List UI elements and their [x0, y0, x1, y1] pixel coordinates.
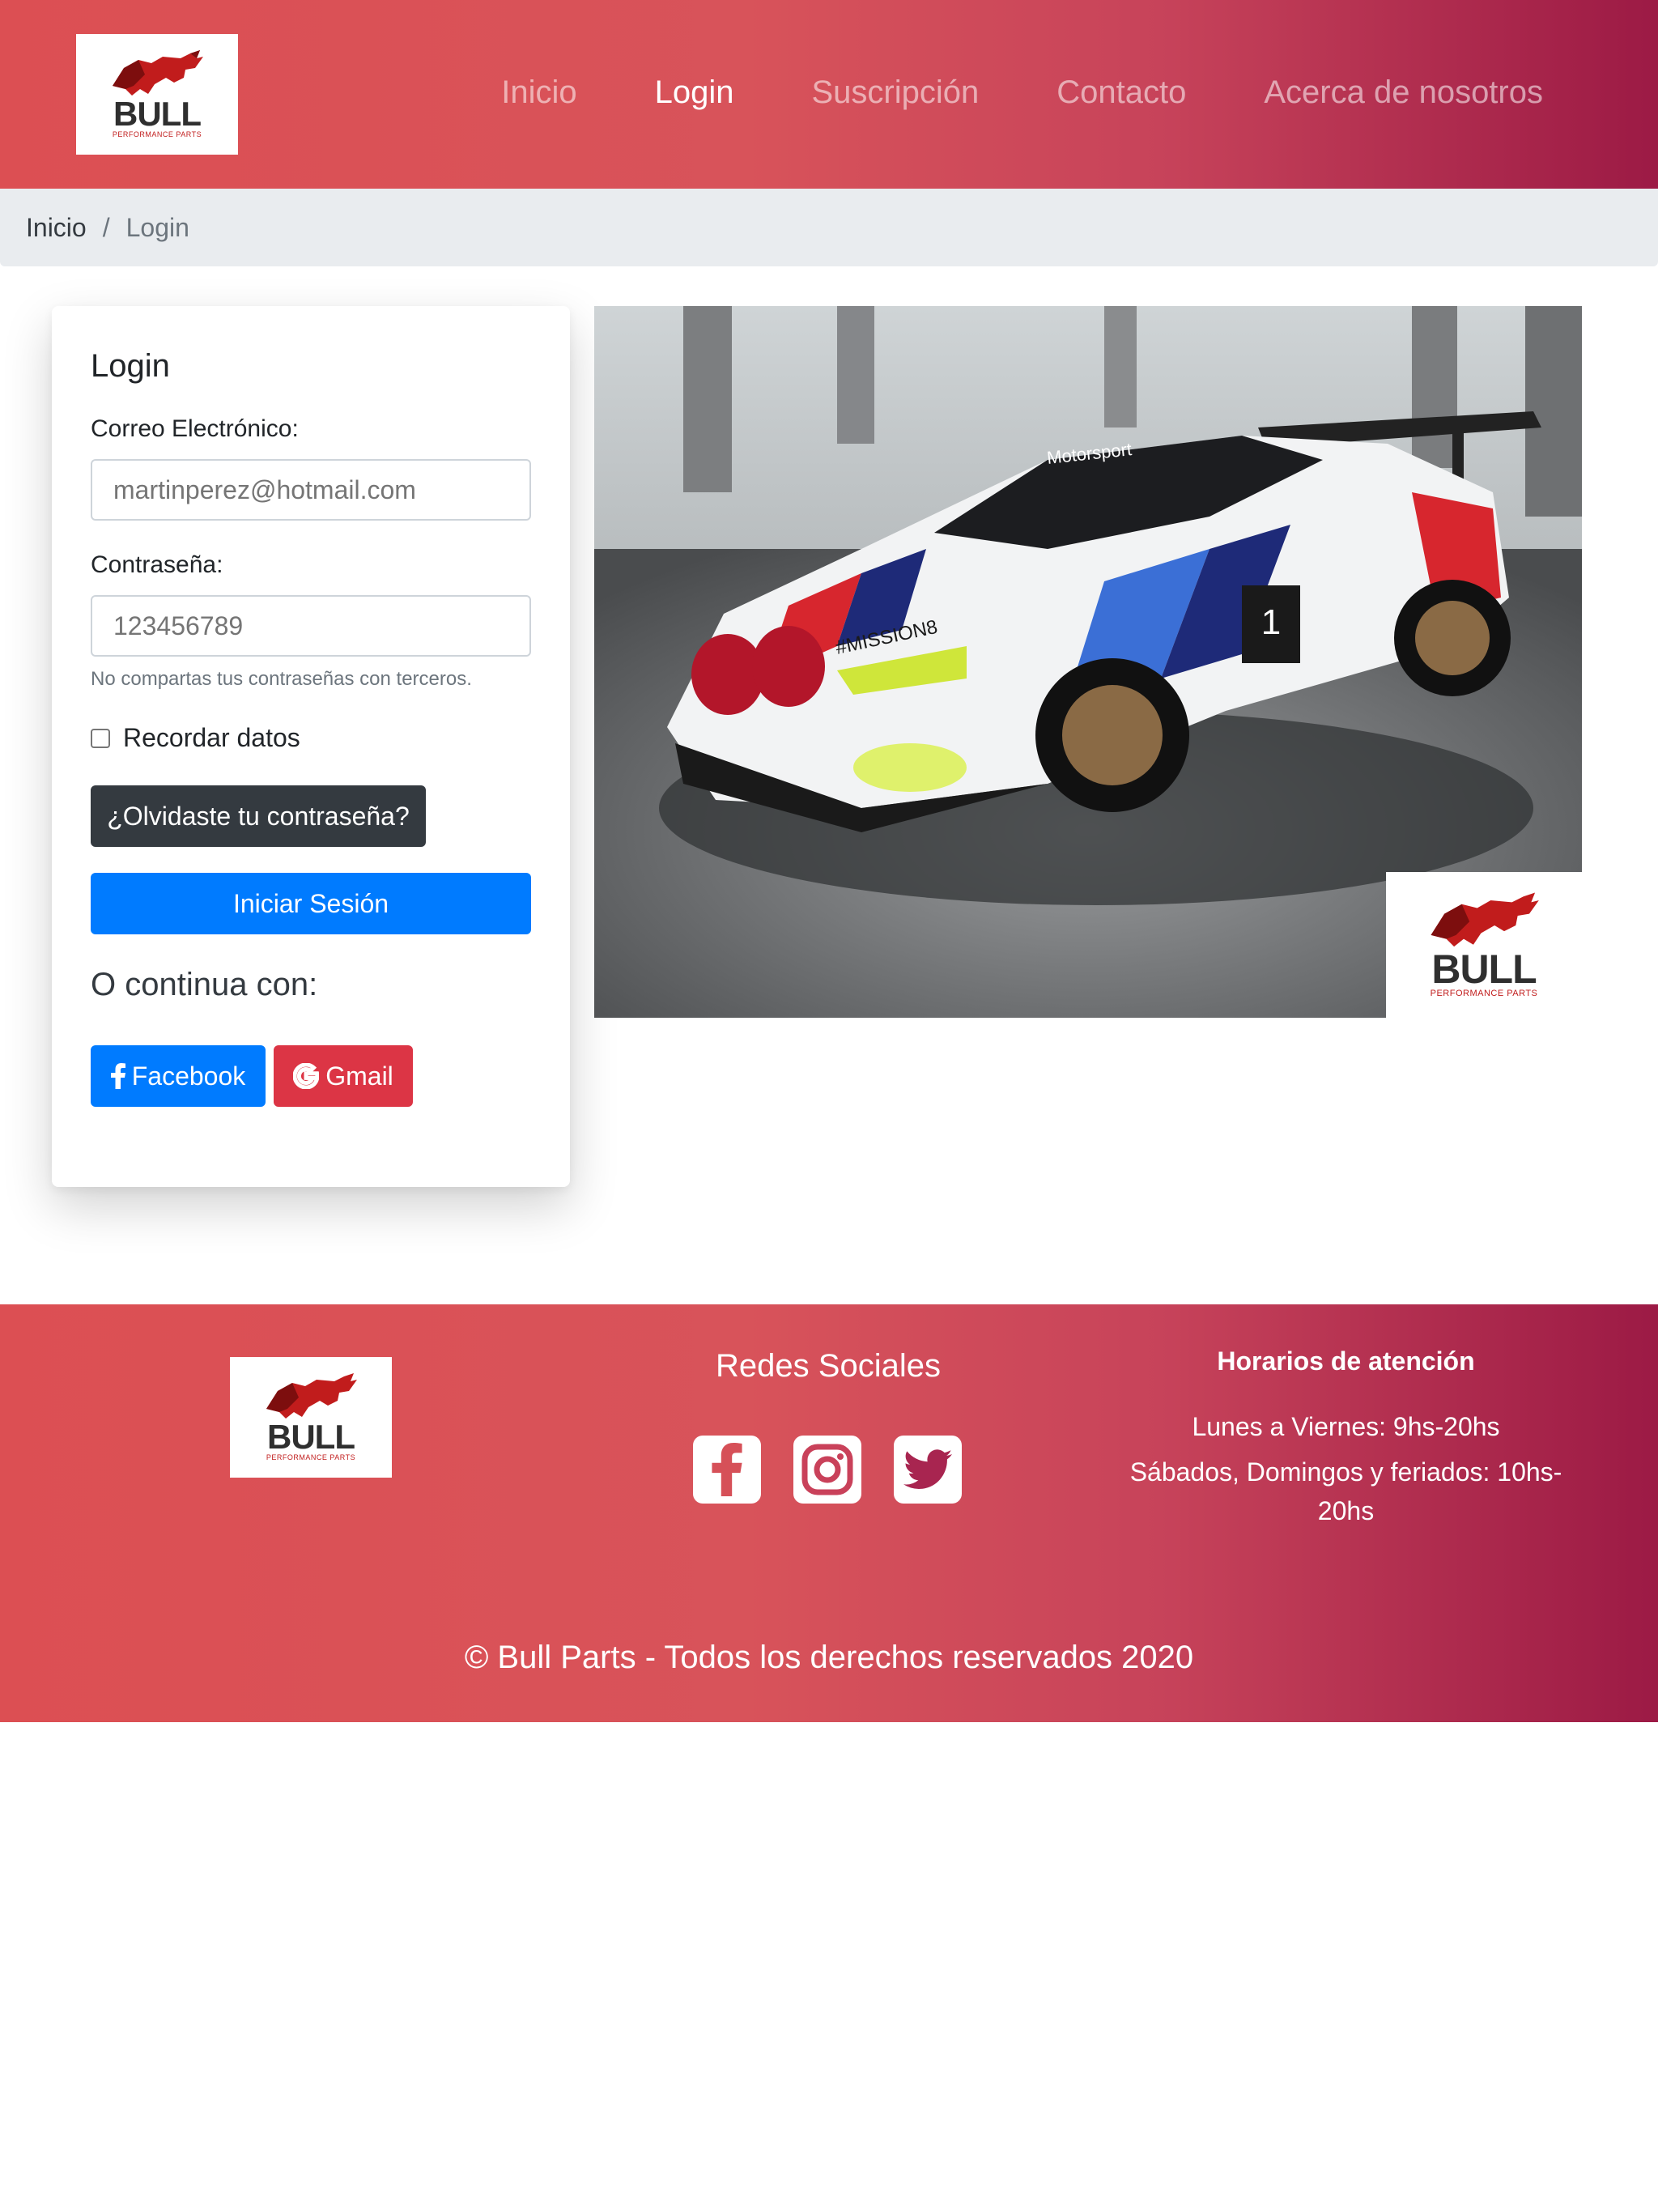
logo-subtitle: PERFORMANCE PARTS: [112, 130, 202, 138]
footer-logo-subtitle: PERFORMANCE PARTS: [266, 1453, 356, 1461]
remember-label[interactable]: Recordar datos: [123, 723, 300, 753]
nav-item-login[interactable]: Login: [655, 74, 734, 111]
social-icons: [693, 1436, 962, 1504]
hero-logo-wordmark: BULL: [1431, 946, 1537, 992]
social-title-text: Redes Sociales: [716, 1348, 941, 1384]
hours-title: Horarios de atención: [1217, 1346, 1475, 1376]
facebook-f-icon: [110, 1063, 125, 1089]
email-field[interactable]: [91, 459, 531, 521]
breadcrumb-home[interactable]: Inicio: [26, 213, 87, 243]
login-submit-button[interactable]: Iniciar Sesión: [91, 873, 531, 934]
google-g-icon: [293, 1063, 320, 1089]
brand-logo[interactable]: BULL PERFORMANCE PARTS: [76, 34, 238, 155]
bull-logo-icon: [113, 50, 203, 96]
alt-login-title: O continua con:: [91, 967, 318, 1002]
hero-car-image: 1 #MISSION8 Motorsport BULL PERFORMANCE …: [594, 306, 1582, 1018]
breadcrumb: Inicio / Login: [0, 189, 1658, 266]
breadcrumb-current: Login: [125, 212, 189, 242]
bull-logo-icon: [1431, 891, 1539, 946]
nav-item-inicio[interactable]: Inicio: [501, 74, 576, 111]
email-label: Correo Electrónico:: [91, 415, 299, 442]
facebook-login-button[interactable]: Facebook: [91, 1045, 266, 1107]
password-help-text: No compartas tus contraseñas con tercero…: [91, 668, 472, 690]
password-label: Contraseña:: [91, 551, 223, 578]
hours-weekend: Sábados, Domingos y feriados: 10hs-20hs: [1129, 1457, 1562, 1525]
nav-item-acerca[interactable]: Acerca de nosotros: [1264, 74, 1543, 111]
hero-logo-subtitle: PERFORMANCE PARTS: [1430, 988, 1538, 998]
breadcrumb-separator: /: [102, 212, 110, 242]
gmail-login-button[interactable]: Gmail: [274, 1045, 413, 1107]
facebook-icon[interactable]: [693, 1436, 761, 1504]
login-card: Login Correo Electrónico: Contraseña: No…: [52, 306, 570, 1187]
login-title: Login: [91, 348, 170, 384]
hours-weekdays: Lunes a Viernes: 9hs-20hs: [1192, 1412, 1500, 1441]
forgot-password-button[interactable]: ¿Olvidaste tu contraseña?: [91, 785, 426, 847]
race-number-text: 1: [1261, 602, 1281, 642]
remember-row: Recordar datos: [91, 723, 531, 753]
gmail-login-label: Gmail: [325, 1061, 393, 1091]
remember-checkbox[interactable]: [91, 728, 110, 748]
copyright-text: © Bull Parts - Todos los derechos reserv…: [464, 1640, 1194, 1675]
navbar: BULL PERFORMANCE PARTS Inicio Login Susc…: [0, 0, 1658, 189]
footer-logo-wordmark: BULL: [267, 1418, 355, 1456]
nav-item-contacto[interactable]: Contacto: [1056, 74, 1186, 111]
password-field[interactable]: [91, 595, 531, 657]
social-login-row: Facebook Gmail: [91, 1045, 531, 1107]
facebook-login-label: Facebook: [131, 1061, 246, 1091]
footer: BULL PERFORMANCE PARTS Redes Sociales Ho…: [0, 1304, 1658, 1722]
hero-watermark-logo: BULL PERFORMANCE PARTS: [1386, 872, 1582, 1018]
opening-hours: Horarios de atención Lunes a Viernes: 9h…: [1125, 1346, 1567, 1537]
twitter-icon[interactable]: [894, 1436, 962, 1504]
main-nav: Inicio Login Suscripción Contacto Acerca…: [501, 74, 1543, 111]
nav-item-suscripcion[interactable]: Suscripción: [811, 74, 979, 111]
instagram-icon[interactable]: [793, 1436, 861, 1504]
logo-wordmark: BULL: [113, 95, 202, 133]
